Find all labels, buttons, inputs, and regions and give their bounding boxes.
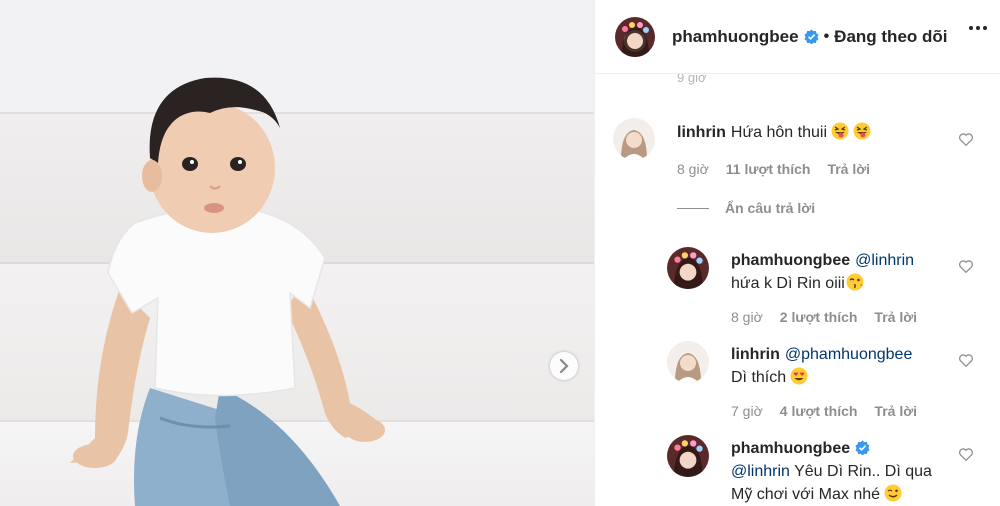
verified-badge-icon [804, 28, 819, 44]
hide-replies-toggle[interactable]: Ẩn câu trả lời [677, 200, 815, 216]
separator-dot: • [823, 27, 830, 45]
reply-item: phamhuongbee @linhrin Yêu Dì Rin.. Dì qu… [667, 435, 993, 506]
more-dots-icon [969, 26, 973, 30]
reply-username[interactable]: linhrin [731, 346, 780, 363]
hide-replies-label: Ẩn câu trả lời [725, 200, 816, 216]
reply-time[interactable]: 7 giờ [731, 403, 763, 419]
avatar[interactable] [615, 16, 655, 57]
avatar-phamhuongbee-icon [667, 247, 709, 289]
comments-panel: phamhuongbee • Đang theo dõi 9 giờ linhr… [594, 0, 1000, 506]
squinting-tongue-emoji-icon [831, 122, 849, 140]
mention-link[interactable]: @linhrin [731, 463, 790, 480]
reply-text: hứa k Dì Rin oiii [731, 275, 845, 292]
post-photo [0, 0, 594, 506]
reply-likes[interactable]: 2 lượt thích [780, 309, 858, 325]
next-photo-button[interactable] [550, 352, 578, 380]
divider-line [677, 207, 709, 209]
reply-username[interactable]: phamhuongbee [731, 252, 850, 269]
comment-username[interactable]: linhrin [677, 124, 726, 141]
heart-icon[interactable] [959, 448, 973, 461]
avatar-phamhuongbee-icon [615, 16, 655, 57]
comment-likes[interactable]: 11 lượt thích [726, 161, 811, 177]
chevron-right-icon [559, 359, 569, 373]
reply-button[interactable]: Trả lời [874, 309, 917, 325]
avatar[interactable] [613, 118, 655, 160]
squinting-tongue-emoji-icon [853, 122, 871, 140]
reply-username[interactable]: phamhuongbee [731, 440, 850, 457]
mention-link[interactable]: @phamhuongbee [785, 346, 912, 363]
reply-item: linhrin @phamhuongbee Dì thích 7 giờ 4 lư… [667, 341, 993, 421]
post-header: phamhuongbee • Đang theo dõi [595, 0, 1000, 74]
reply-button[interactable]: Trả lời [827, 161, 870, 177]
mention-link[interactable]: @linhrin [855, 252, 914, 269]
post-author-username[interactable]: phamhuongbee [672, 27, 819, 47]
avatar-phamhuongbee-icon [667, 435, 709, 477]
reply-text: Yêu Dì Rin.. Dì qua [794, 463, 932, 480]
heart-icon[interactable] [959, 260, 973, 273]
wink-emoji-icon [884, 484, 902, 502]
verified-badge-icon [855, 440, 870, 455]
reply-likes[interactable]: 4 lượt thích [780, 403, 858, 419]
comment-time[interactable]: 8 giờ [677, 161, 709, 177]
heart-icon[interactable] [959, 354, 973, 367]
reply-text: Dì thích [731, 369, 787, 386]
avatar[interactable] [667, 247, 709, 289]
more-options-button[interactable] [969, 26, 987, 30]
avatar[interactable] [667, 435, 709, 477]
comment-text: Hứa hôn thuii [730, 124, 827, 141]
following-button[interactable]: Đang theo dõi [834, 27, 947, 47]
reply-time[interactable]: 8 giờ [731, 309, 763, 325]
kissing-wink-emoji-icon [846, 273, 864, 291]
reply-item: phamhuongbee @linhrin hứa k Dì Rin oiii 8… [667, 247, 993, 327]
reply-button[interactable]: Trả lời [874, 403, 917, 419]
heart-eyes-emoji-icon [790, 367, 808, 385]
baby-illustration [70, 77, 385, 506]
avatar-linhrin-icon [613, 118, 655, 160]
heart-icon[interactable] [959, 133, 973, 146]
avatar-linhrin-icon [667, 341, 709, 383]
reply-text-continued: Mỹ chơi với Max nhé [731, 486, 881, 503]
comment-item: linhrin Hứa hôn thuii 8 giờ 11 lượt thích… [613, 118, 993, 180]
avatar[interactable] [667, 341, 709, 383]
